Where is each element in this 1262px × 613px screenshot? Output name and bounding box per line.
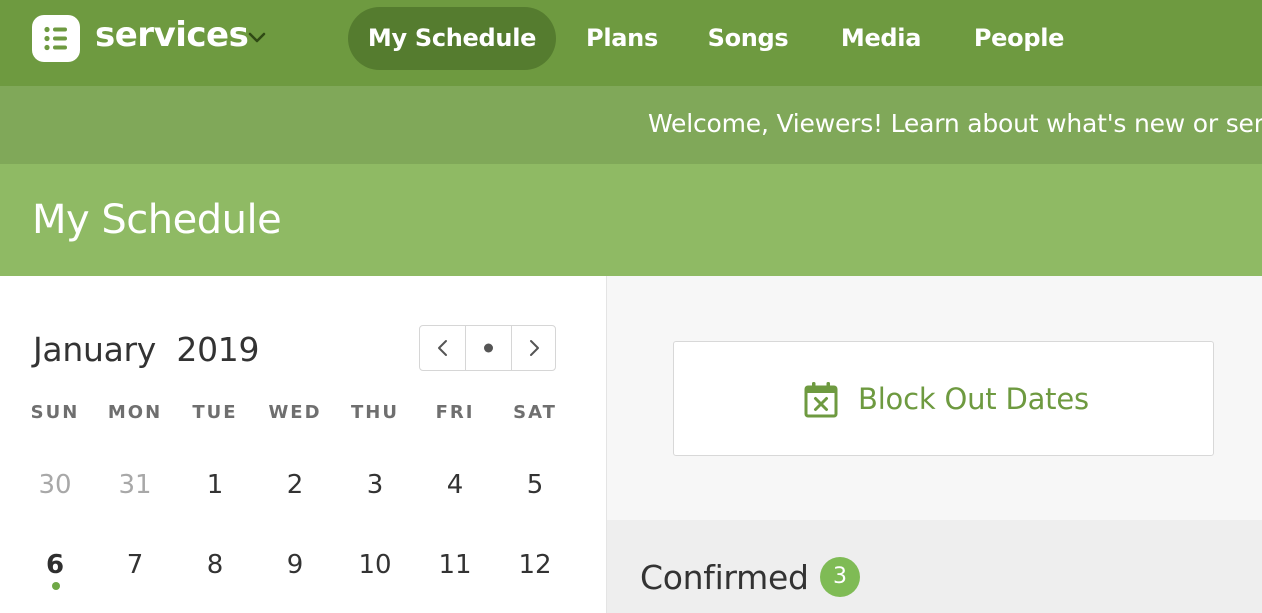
previous-month-button[interactable] xyxy=(420,326,465,370)
weekday-header: MON xyxy=(107,402,163,423)
weekday-header: WED xyxy=(268,402,322,423)
page-title: My Schedule xyxy=(32,197,282,243)
chevron-left-icon xyxy=(438,340,447,356)
calendar-day[interactable]: 5 xyxy=(495,468,575,502)
calendar-day-today[interactable]: 6 xyxy=(15,548,95,582)
weekday-header: SUN xyxy=(30,402,80,423)
block-out-dates-button[interactable]: Block Out Dates xyxy=(673,341,1214,456)
nav-tab-media[interactable]: Media xyxy=(830,7,932,70)
weekday-header: THU xyxy=(351,402,399,423)
calendar-day[interactable]: 9 xyxy=(255,548,335,582)
calendar-x-icon xyxy=(804,382,838,418)
weekday-header: FRI xyxy=(435,402,475,423)
today-button[interactable] xyxy=(466,326,511,370)
calendar-day[interactable]: 31 xyxy=(95,468,175,502)
dot-icon xyxy=(484,343,493,353)
mini-calendar: January 2019 SUN MON TUE WED THU FRI SAT… xyxy=(0,276,606,613)
weekday-header: SAT xyxy=(513,402,557,423)
list-icon xyxy=(44,26,67,51)
confirmed-count-badge: 3 xyxy=(820,557,860,597)
next-month-button[interactable] xyxy=(512,326,557,370)
top-nav-bar: services My Schedule Plans Songs Media P… xyxy=(0,0,1262,86)
nav-tab-songs[interactable]: Songs xyxy=(698,7,798,70)
page-header: My Schedule xyxy=(0,164,1262,276)
calendar-day[interactable]: 2 xyxy=(255,468,335,502)
nav-tab-people[interactable]: People xyxy=(962,7,1076,70)
chevron-down-icon[interactable] xyxy=(246,28,268,48)
welcome-banner: Welcome, Viewers! Learn about what's new… xyxy=(0,86,1262,164)
calendar-navigation xyxy=(419,325,556,371)
calendar-day[interactable]: 30 xyxy=(15,468,95,502)
calendar-day[interactable]: 3 xyxy=(335,468,415,502)
calendar-day[interactable]: 8 xyxy=(175,548,255,582)
calendar-year: 2019 xyxy=(176,330,260,369)
weekday-header: TUE xyxy=(192,402,238,423)
today-indicator-dot xyxy=(52,582,60,590)
nav-tab-plans[interactable]: Plans xyxy=(572,7,672,70)
confirmed-section: Confirmed 3 xyxy=(607,520,1262,613)
app-logo[interactable] xyxy=(32,15,80,62)
calendar-day[interactable]: 11 xyxy=(415,548,495,582)
chevron-right-icon xyxy=(530,340,539,356)
nav-tab-my-schedule[interactable]: My Schedule xyxy=(348,7,556,70)
calendar-month: January xyxy=(33,330,157,369)
calendar-month-year: January 2019 xyxy=(33,328,260,372)
calendar-day[interactable]: 7 xyxy=(95,548,175,582)
block-out-dates-label: Block Out Dates xyxy=(858,382,1089,416)
welcome-banner-text[interactable]: Welcome, Viewers! Learn about what's new… xyxy=(648,106,1262,142)
calendar-day[interactable]: 12 xyxy=(495,548,575,582)
calendar-day[interactable]: 4 xyxy=(415,468,495,502)
app-switcher-label[interactable]: services xyxy=(95,13,249,57)
calendar-day[interactable]: 1 xyxy=(175,468,255,502)
calendar-day[interactable]: 10 xyxy=(335,548,415,582)
confirmed-heading: Confirmed xyxy=(640,558,809,597)
